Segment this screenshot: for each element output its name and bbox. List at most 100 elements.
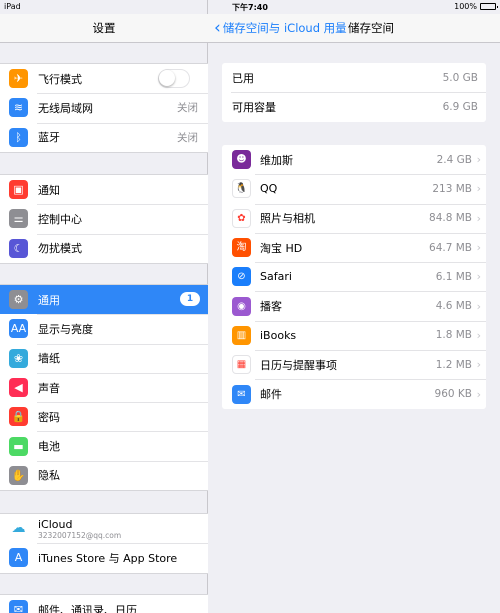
sound-icon: ◀ [9, 378, 28, 398]
sidebar-item[interactable]: ☾ 勿扰模式 [0, 233, 208, 263]
icloud-icon: ☁ [9, 519, 28, 539]
app-name: Safari [260, 270, 292, 284]
sidebar-item[interactable]: ❀ 墙纸 [0, 343, 208, 373]
chevron-left-icon: ‹ [214, 18, 221, 38]
status-bar: iPad 下午7:40 100% [0, 0, 500, 14]
page-title: 储存空间 [348, 21, 394, 35]
settings-sidebar: 设置 ✈ 飞行模式 ≋ 无线局域网 关闭 ᛒ 蓝牙 关闭 ▣ 通知 ⚌ 控制中心 ☾ 勿扰模式 ⚙ 通用 1 AA… [0, 0, 208, 613]
sidebar-item-label: 声音 [38, 381, 60, 395]
app-name: 照片与相机 [260, 212, 315, 226]
display-icon: AA [9, 319, 28, 339]
app-name: iBooks [260, 328, 297, 342]
app-storage-row[interactable]: ▥ iBooks 1.8 MB › [222, 320, 486, 350]
podcasts-icon: ◉ [232, 296, 251, 316]
battery-icon: ▬ [9, 436, 28, 456]
airplane-icon: ✈ [9, 69, 28, 89]
control-center-icon: ⚌ [9, 209, 28, 229]
detail-navbar: ‹ 储存空间与 iCloud 用量 储存空间 [208, 14, 500, 43]
sidebar-item[interactable]: ✈ 飞行模式 [0, 64, 208, 93]
photos-icon: ✿ [232, 208, 251, 228]
sidebar-item[interactable]: ▬ 电池 [0, 431, 208, 460]
sidebar-item[interactable]: ✋ 隐私 [0, 460, 208, 490]
sidebar-item[interactable]: ◀ 声音 [0, 372, 208, 402]
settings-group: ▣ 通知 ⚌ 控制中心 ☾ 勿扰模式 [0, 174, 208, 264]
app-storage-row[interactable]: ✿ 照片与相机 84.8 MB › [222, 203, 486, 233]
app-storage-row[interactable]: 淘淘宝 HD 64.7 MB › [222, 232, 486, 262]
settings-group: ✈ 飞行模式 ≋ 无线局域网 关闭 ᛒ 蓝牙 关闭 [0, 63, 208, 153]
storage-detail-pane: ‹ 储存空间与 iCloud 用量 储存空间 已用 5.0 GB 可用容量 6.… [208, 0, 500, 613]
sidebar-item-label: 飞行模式 [38, 72, 82, 86]
chevron-right-icon: › [476, 299, 481, 313]
storage-available-label: 可用容量 [232, 100, 276, 114]
sidebar-item[interactable]: ⚙ 通用 1 [0, 285, 208, 315]
wifi-icon: ≋ [9, 98, 28, 118]
storage-used-label: 已用 [232, 71, 254, 85]
sidebar-item[interactable]: AiTunes Store 与 App Store [0, 543, 208, 572]
sidebar-item[interactable]: 🔒 密码 [0, 402, 208, 431]
sidebar-item-label: 无线局域网 [38, 101, 93, 115]
app-storage-row[interactable]: ◉ 播客 4.6 MB › [222, 291, 486, 320]
app-storage-row[interactable]: ✉ 邮件 960 KB › [222, 379, 486, 408]
do-not-disturb-icon: ☾ [9, 238, 28, 258]
sidebar-item[interactable]: ≋ 无线局域网 关闭 [0, 93, 208, 122]
sidebar-item-label: 显示与亮度 [38, 322, 93, 336]
sidebar-item[interactable]: ⚌ 控制中心 [0, 204, 208, 233]
taobao-icon: 淘 [232, 238, 251, 258]
app-name: 维加斯 [260, 153, 293, 167]
battery-icon [480, 3, 498, 10]
app-storage-row[interactable]: 🐧 QQ 213 MB › [222, 174, 486, 203]
mail-icon: ✉ [232, 384, 251, 404]
sidebar-item-label: 隐私 [38, 469, 60, 483]
chevron-right-icon: › [476, 182, 481, 196]
app-size: 213 MB [432, 182, 472, 195]
app-name: 播客 [260, 300, 282, 314]
sidebar-item-label: 电池 [38, 440, 60, 454]
app-storage-row[interactable]: ☻ 维加斯 2.4 GB › [222, 145, 486, 174]
sidebar-item-label: 密码 [38, 410, 60, 424]
sidebar-item-label: 蓝牙 [38, 131, 60, 145]
sidebar-item-value: 关闭 [177, 102, 198, 115]
app-name: 邮件 [260, 388, 282, 402]
vegas-game-icon: ☻ [232, 150, 251, 170]
app-size: 960 KB [434, 388, 472, 401]
chevron-right-icon: › [476, 328, 481, 342]
update-badge: 1 [180, 292, 200, 306]
sidebar-item[interactable]: ✉ 邮件、通讯录、日历 [0, 595, 208, 613]
bluetooth-icon: ᛒ [9, 127, 28, 147]
airplane-mode-toggle[interactable] [158, 69, 190, 88]
app-storage-row[interactable]: ▦ 日历与提醒事项 1.2 MB › [222, 350, 486, 379]
back-button[interactable]: ‹ 储存空间与 iCloud 用量 [214, 14, 347, 43]
app-size: 1.2 MB [435, 358, 472, 371]
app-size: 4.6 MB [435, 300, 472, 313]
notifications-icon: ▣ [9, 180, 28, 200]
sidebar-item[interactable]: AA 显示与亮度 [0, 314, 208, 343]
chevron-right-icon: › [476, 358, 481, 372]
safari-compass-icon: ⊘ [232, 267, 251, 287]
sidebar-item-value: 关闭 [177, 131, 198, 144]
settings-group: ⚙ 通用 1 AA 显示与亮度 ❀ 墙纸 ◀ 声音 🔒 密码 ▬ 电池 ✋ 隐私 [0, 284, 208, 492]
storage-available-row: 可用容量 6.9 GB [222, 92, 486, 121]
sidebar-item-label: iCloud [38, 518, 73, 531]
back-label: 储存空间与 iCloud 用量 [222, 21, 347, 35]
sidebar-item[interactable]: ☁ iCloud 3232007152@qq.com [0, 514, 208, 543]
chevron-right-icon: › [476, 211, 481, 225]
sidebar-item-label: iTunes Store 与 App Store [38, 551, 178, 565]
icloud-account-email: 3232007152@qq.com [38, 531, 122, 540]
wallpaper-icon: ❀ [9, 348, 28, 368]
sidebar-item-label: 控制中心 [38, 212, 82, 226]
app-name: 日历与提醒事项 [260, 358, 337, 372]
sidebar-item-label: 通用 [38, 293, 60, 307]
chevron-right-icon: › [476, 241, 481, 255]
storage-used-row: 已用 5.0 GB [222, 63, 486, 92]
sidebar-item-label: 邮件、通讯录、日历 [38, 603, 137, 613]
sidebar-item[interactable]: ᛒ 蓝牙 关闭 [0, 122, 208, 152]
toggle-knob [159, 70, 175, 86]
storage-usage-group: 已用 5.0 GB 可用容量 6.9 GB [222, 63, 486, 122]
app-size: 2.4 GB [436, 153, 472, 166]
app-storage-row[interactable]: ⊘ Safari 6.1 MB › [222, 262, 486, 291]
qq-penguin-icon: 🐧 [232, 179, 251, 199]
sidebar-item[interactable]: ▣ 通知 [0, 175, 208, 204]
storage-available-value: 6.9 GB [442, 100, 478, 113]
sidebar-item-label: 墙纸 [38, 352, 60, 366]
clock: 下午7:40 [232, 3, 268, 12]
